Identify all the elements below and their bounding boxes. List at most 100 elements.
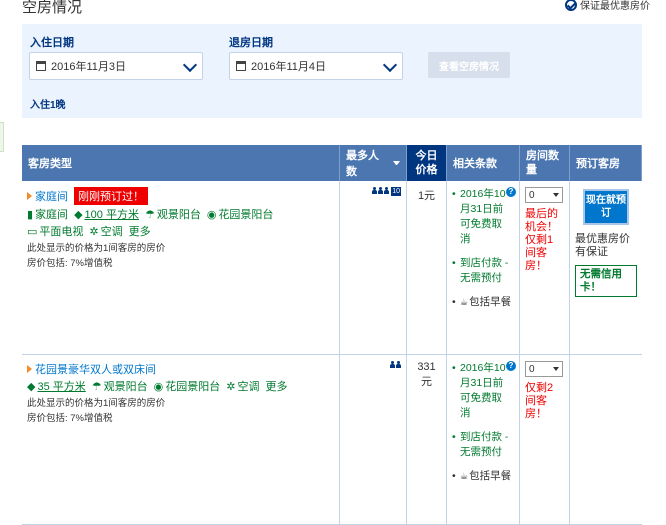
header-price[interactable]: 今日 价格 bbox=[407, 145, 447, 181]
room-name-link[interactable]: 花园景豪华双人或双床间 bbox=[35, 361, 156, 377]
caret-down-icon bbox=[553, 193, 559, 197]
calendar-icon bbox=[236, 61, 246, 71]
facility-list: ▮ 家庭间 ◆ 100 平方米 ☂ 观景阳台 ◉ 花园景阳台 ▭ 平面电视 ✲ 空调 更多 bbox=[27, 208, 334, 240]
snowflake-icon: ✲ bbox=[226, 381, 236, 393]
tax-note: 房价包括: 7%增值税 bbox=[27, 413, 113, 424]
person-icon bbox=[396, 361, 401, 368]
room-qty-select[interactable]: 0 bbox=[525, 187, 563, 203]
no-credit-card-badge: 无需信用卡！ bbox=[575, 265, 637, 297]
person-icon bbox=[390, 361, 395, 368]
header-room-type: 客房类型 bbox=[22, 145, 340, 181]
header-room-count-line1: 房间数 bbox=[526, 150, 559, 162]
just-booked-badge: 刚刚预订过！ bbox=[74, 187, 148, 205]
book-cell bbox=[570, 355, 642, 524]
free-cancel-condition: 2016年10月31日前可免费取消 bbox=[452, 187, 514, 247]
coffee-icon: ☕ bbox=[460, 297, 469, 307]
search-panel: 入住日期 2016年11月3日 退房日期 2016年11月4日 查看空房情况 入… bbox=[22, 24, 642, 118]
coffee-icon: ☕ bbox=[460, 471, 469, 481]
price-guarantee-link[interactable]: 保证最优惠房价 bbox=[565, 0, 650, 12]
scarcity-message: 最后的机会！仅剩1间客房！ bbox=[525, 208, 558, 272]
room-qty-value: 0 bbox=[529, 363, 535, 375]
room-qty-select[interactable]: 0 bbox=[525, 361, 563, 377]
person-icon bbox=[372, 187, 378, 194]
more-facilities-link[interactable]: 更多 bbox=[129, 225, 151, 240]
header-price-line2: 价格 bbox=[415, 164, 438, 176]
table-row: 花园景豪华双人或双床间 ◆ 35 平方米 ☂ 观景阳台 ◉ 花园景阳台 ✲ 空调 更多 … bbox=[22, 355, 642, 525]
nights-label: 入住1晚 bbox=[30, 100, 66, 111]
eye-icon: ◉ bbox=[206, 209, 217, 221]
sort-down-icon bbox=[393, 161, 400, 165]
chevron-down-icon bbox=[182, 57, 198, 73]
scarcity-message: 仅剩2间客房！ bbox=[525, 382, 554, 420]
price-guarantee-label: 保证最优惠房价 bbox=[580, 1, 650, 12]
arrow-right-icon bbox=[27, 365, 32, 373]
tax-note: 房价包括: 7%增值税 bbox=[27, 258, 113, 269]
conditions-cell: ? 2016年10月31日前可免费取消 到店付款 - 无需预付 ☕包括早餐 bbox=[447, 355, 520, 524]
facility-item: ◆ 100 平方米 bbox=[74, 209, 139, 221]
table-header: 客房类型 最多人数 今日价格 相关条款 房间数量 预订客房 bbox=[22, 145, 642, 181]
area-icon: ◆ bbox=[74, 209, 83, 221]
room-table: 客房类型 最多人数 今日价格 相关条款 房间数量 预订客房 家庭间 刚刚预订过！… bbox=[22, 145, 642, 525]
room-name-link[interactable]: 家庭间 bbox=[35, 188, 68, 204]
more-facilities-link[interactable]: 更多 bbox=[265, 380, 287, 395]
pay-at-property-condition: 到店付款 - 无需预付 bbox=[452, 256, 514, 286]
pay-at-property-condition: 到店付款 - 无需预付 bbox=[452, 430, 514, 460]
occupancy-icon bbox=[345, 361, 401, 368]
header-book: 预订客房 bbox=[570, 145, 642, 181]
header-max-people[interactable]: 最多人数 bbox=[340, 145, 407, 181]
tv-icon: ▭ bbox=[27, 226, 38, 238]
snowflake-icon: ✲ bbox=[89, 226, 99, 238]
conditions-cell: ? 2016年10月31日前可免费取消 到店付款 - 无需预付 ☕包括早餐 bbox=[447, 181, 520, 354]
caret-down-icon bbox=[553, 367, 559, 371]
facility-item: ◉ 花园景阳台 bbox=[206, 209, 274, 221]
room-qty-value: 0 bbox=[529, 189, 535, 201]
facility-item: ☂ 观景阳台 bbox=[144, 209, 201, 221]
header-room-count-line2: 量 bbox=[526, 164, 537, 176]
facility-item: ✲ 空调 bbox=[89, 226, 123, 238]
occupancy-count: 10 bbox=[391, 187, 401, 196]
arrow-right-icon bbox=[27, 192, 32, 200]
price-cell: 331元 bbox=[407, 355, 447, 524]
facility-list: ◆ 35 平方米 ☂ 观景阳台 ◉ 花园景阳台 ✲ 空调 更多 bbox=[27, 380, 334, 395]
checkout-value: 2016年11月4日 bbox=[251, 61, 327, 73]
checkin-value: 2016年11月3日 bbox=[51, 61, 127, 73]
breakfast-condition: ☕包括早餐 bbox=[452, 295, 514, 310]
area-icon: ◆ bbox=[27, 381, 36, 393]
book-cell: 现在就预订 最优惠房价有保证 无需信用卡！ bbox=[570, 181, 642, 354]
checkout-label: 退房日期 bbox=[229, 37, 273, 49]
occupancy-cell: 10 bbox=[340, 181, 407, 354]
free-cancel-condition: 2016年10月31日前可免费取消 bbox=[452, 361, 514, 421]
room-count-cell: 0 仅剩2间客房！ bbox=[520, 355, 570, 524]
table-row: 家庭间 刚刚预订过！ ▮ 家庭间 ◆ 100 平方米 ☂ 观景阳台 ◉ 花园景阳台 ▭ 平… bbox=[22, 181, 642, 355]
facility-item: ✲ 空调 bbox=[226, 381, 260, 393]
family-icon: ▮ bbox=[27, 209, 34, 221]
checkout-select[interactable]: 2016年11月4日 bbox=[229, 52, 403, 80]
check-circle-icon bbox=[565, 0, 577, 11]
facility-item: ◆ 35 平方米 bbox=[27, 381, 86, 393]
price-cell: 1元 bbox=[407, 181, 447, 354]
check-availability-button[interactable]: 查看空房情况 bbox=[428, 52, 510, 78]
calendar-icon bbox=[36, 61, 46, 71]
room-type-cell: 花园景豪华双人或双床间 ◆ 35 平方米 ☂ 观景阳台 ◉ 花园景阳台 ✲ 空调 更多 … bbox=[22, 355, 340, 524]
header-conditions: 相关条款 bbox=[447, 145, 520, 181]
header-price-line1: 今日 bbox=[415, 150, 438, 162]
header-room-count: 房间数量 bbox=[520, 145, 570, 181]
chevron-down-icon bbox=[382, 57, 398, 73]
room-count-cell: 0 最后的机会！仅剩1间客房！ bbox=[520, 181, 570, 354]
facility-item: ▮ 家庭间 bbox=[27, 209, 69, 221]
side-tab[interactable] bbox=[0, 122, 4, 152]
facility-item: ◉ 花园景阳台 bbox=[153, 381, 221, 393]
best-price-note: 最优惠房价有保证 bbox=[575, 233, 630, 258]
facility-item: ▭ 平面电视 bbox=[27, 226, 84, 238]
balcony-icon: ☂ bbox=[144, 209, 155, 221]
book-now-button[interactable]: 现在就预订 bbox=[583, 189, 629, 225]
price-note: 此处显示的价格为1间客房的房价 bbox=[27, 398, 166, 409]
checkin-select[interactable]: 2016年11月3日 bbox=[29, 52, 203, 80]
header-max-people-label: 最多人数 bbox=[346, 150, 379, 178]
person-icon bbox=[384, 187, 390, 194]
occupancy-icon: 10 bbox=[345, 187, 401, 196]
facility-item: ☂ 观景阳台 bbox=[91, 381, 148, 393]
breakfast-condition: ☕包括早餐 bbox=[452, 469, 514, 484]
page-title: 空房情况 bbox=[22, 0, 83, 16]
room-type-cell: 家庭间 刚刚预订过！ ▮ 家庭间 ◆ 100 平方米 ☂ 观景阳台 ◉ 花园景阳台 ▭ 平… bbox=[22, 181, 340, 354]
